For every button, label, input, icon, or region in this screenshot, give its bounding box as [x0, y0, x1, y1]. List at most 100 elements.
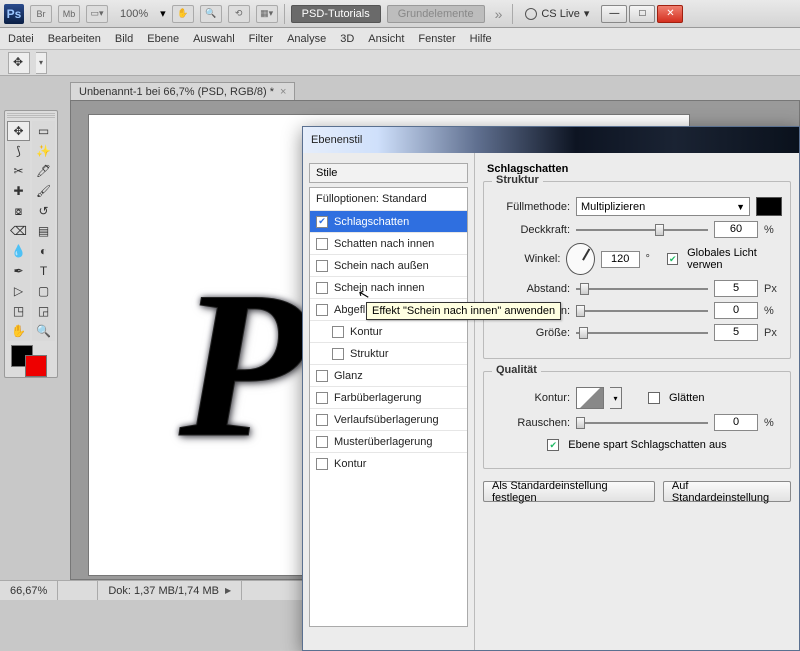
minibridge-icon[interactable]: Mb	[58, 5, 80, 23]
chevron-right-icon[interactable]: ▶	[225, 586, 231, 595]
spread-slider[interactable]	[576, 304, 708, 318]
zoom-tool[interactable]: 🔍	[32, 321, 55, 341]
style-checkbox[interactable]	[316, 216, 328, 228]
panel-grip[interactable]	[7, 113, 55, 119]
style-checkbox[interactable]	[316, 260, 328, 272]
angle-dial[interactable]	[566, 243, 594, 275]
style-item-struktur-sub[interactable]: Struktur	[310, 342, 467, 364]
type-tool[interactable]: T	[32, 261, 55, 281]
style-item-kontur[interactable]: Kontur	[310, 452, 467, 474]
style-item-musterueberlagerung[interactable]: Musterüberlagerung	[310, 430, 467, 452]
workspace-tab-grundelemente[interactable]: Grundelemente	[387, 5, 485, 23]
wand-tool[interactable]: ✨	[32, 141, 55, 161]
menu-bild[interactable]: Bild	[115, 33, 133, 45]
bridge-icon[interactable]: Br	[30, 5, 52, 23]
rotate-icon[interactable]: ⟲	[228, 5, 250, 23]
spread-input[interactable]: 0	[714, 302, 758, 319]
style-checkbox[interactable]	[316, 238, 328, 250]
style-item-verlaufsueberlagerung[interactable]: Verlaufsüberlagerung	[310, 408, 467, 430]
style-item-schlagschatten[interactable]: Schlagschatten	[310, 210, 467, 232]
style-item-fuelloptionen[interactable]: Fülloptionen: Standard	[310, 188, 467, 210]
distance-input[interactable]: 5	[714, 280, 758, 297]
cs-live-button[interactable]: CS Live ▾	[525, 7, 589, 20]
screenmode-icon[interactable]: ▭▾	[86, 5, 108, 23]
document-tab[interactable]: Unbenannt-1 bei 66,7% (PSD, RGB/8) * ×	[70, 82, 295, 101]
style-item-schatten-innen[interactable]: Schatten nach innen	[310, 232, 467, 254]
noise-input[interactable]: 0	[714, 414, 758, 431]
size-slider[interactable]	[576, 326, 708, 340]
hand-icon[interactable]: ✋	[172, 5, 194, 23]
style-checkbox[interactable]	[316, 392, 328, 404]
angle-input[interactable]: 120	[601, 251, 640, 268]
menu-ansicht[interactable]: Ansicht	[368, 33, 404, 45]
stamp-tool[interactable]: ⧇	[7, 201, 30, 221]
contour-swatch[interactable]	[576, 387, 604, 409]
size-input[interactable]: 5	[714, 324, 758, 341]
blendmode-select[interactable]: Multiplizieren▼	[576, 197, 750, 216]
menu-bearbeiten[interactable]: Bearbeiten	[48, 33, 101, 45]
eraser-tool[interactable]: ⌫	[7, 221, 30, 241]
opacity-slider[interactable]	[576, 223, 708, 237]
opacity-input[interactable]: 60	[714, 221, 758, 238]
set-default-button[interactable]: Als Standardeinstellung festlegen	[483, 481, 655, 502]
dodge-tool[interactable]: ◐	[32, 241, 55, 261]
tool-preset-dropdown[interactable]: ▾	[36, 52, 47, 74]
menu-filter[interactable]: Filter	[249, 33, 273, 45]
zoom-level[interactable]: 100%	[120, 8, 148, 20]
style-item-farbueberlagerung[interactable]: Farbüberlagerung	[310, 386, 467, 408]
knockout-checkbox[interactable]	[547, 439, 559, 451]
status-zoom[interactable]: 66,67%	[0, 581, 58, 600]
maximize-button[interactable]: □	[629, 5, 655, 23]
menu-3d[interactable]: 3D	[340, 33, 354, 45]
style-item-glanz[interactable]: Glanz	[310, 364, 467, 386]
workspace-tab-tutorials[interactable]: PSD-Tutorials	[291, 5, 381, 23]
menu-hilfe[interactable]: Hilfe	[470, 33, 492, 45]
style-checkbox[interactable]	[316, 370, 328, 382]
eyedropper-tool[interactable]: 🖊	[32, 161, 55, 181]
history-brush-tool[interactable]: ↺	[32, 201, 55, 221]
pen-tool[interactable]: ✒	[7, 261, 30, 281]
style-checkbox[interactable]	[316, 304, 328, 316]
style-checkbox[interactable]	[316, 282, 328, 294]
dialog-titlebar[interactable]: Ebenenstil	[303, 127, 799, 153]
style-item-schein-aussen[interactable]: Schein nach außen	[310, 254, 467, 276]
distance-slider[interactable]	[576, 282, 708, 296]
style-item-kontur-sub[interactable]: Kontur	[310, 320, 467, 342]
arrange-icon[interactable]: ▦▾	[256, 5, 278, 23]
blur-tool[interactable]: 💧	[7, 241, 30, 261]
hand-tool[interactable]: ✋	[7, 321, 30, 341]
3d-tool[interactable]: ◳	[7, 301, 30, 321]
close-button[interactable]: ✕	[657, 5, 683, 23]
shape-tool[interactable]: ▢	[32, 281, 55, 301]
more-workspaces-icon[interactable]: »	[495, 6, 503, 22]
menu-datei[interactable]: Datei	[8, 33, 34, 45]
heal-tool[interactable]: ✚	[7, 181, 30, 201]
marquee-tool[interactable]: ▭	[32, 121, 55, 141]
background-color[interactable]	[25, 355, 47, 377]
shadow-color-swatch[interactable]	[756, 197, 782, 216]
menu-analyse[interactable]: Analyse	[287, 33, 326, 45]
menu-auswahl[interactable]: Auswahl	[193, 33, 235, 45]
gradient-tool[interactable]: ▤	[32, 221, 55, 241]
style-checkbox[interactable]	[332, 326, 344, 338]
style-checkbox[interactable]	[316, 436, 328, 448]
reset-default-button[interactable]: Auf Standardeinstellung	[663, 481, 791, 502]
antialias-checkbox[interactable]	[648, 392, 660, 404]
noise-slider[interactable]	[576, 416, 708, 430]
style-item-schein-innen[interactable]: Schein nach innen	[310, 276, 467, 298]
style-checkbox[interactable]	[316, 414, 328, 426]
style-checkbox[interactable]	[316, 458, 328, 470]
close-document-icon[interactable]: ×	[280, 86, 286, 98]
move-tool-icon[interactable]	[8, 52, 30, 74]
zoom-icon[interactable]: 🔍	[200, 5, 222, 23]
status-docsize[interactable]: Dok: 1,37 MB/1,74 MB▶	[98, 581, 242, 600]
brush-tool[interactable]: 🖌	[32, 181, 55, 201]
move-tool[interactable]: ✥	[7, 121, 30, 141]
contour-dropdown[interactable]: ▾	[610, 387, 622, 409]
menu-fenster[interactable]: Fenster	[418, 33, 455, 45]
global-light-checkbox[interactable]	[667, 253, 678, 265]
lasso-tool[interactable]: ⟆	[7, 141, 30, 161]
crop-tool[interactable]: ✂	[7, 161, 30, 181]
minimize-button[interactable]: —	[601, 5, 627, 23]
path-select-tool[interactable]: ▷	[7, 281, 30, 301]
